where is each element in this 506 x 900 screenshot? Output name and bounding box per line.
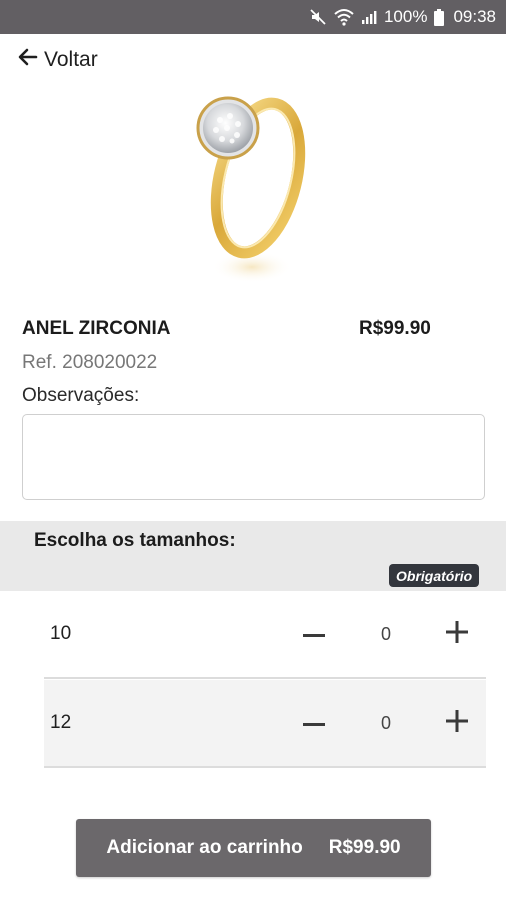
size-label: 10	[50, 623, 72, 644]
increase-button[interactable]	[437, 680, 477, 766]
notes-input[interactable]	[22, 414, 485, 500]
minus-icon	[303, 625, 325, 643]
arrow-left-icon	[18, 48, 38, 72]
status-bar: 100% 09:38	[0, 0, 506, 34]
clock: 09:38	[453, 7, 496, 26]
required-badge: Obrigatório	[389, 564, 480, 587]
battery-text: 100%	[383, 7, 428, 26]
wifi-icon	[334, 8, 354, 26]
size-row: 12 0	[44, 680, 486, 768]
back-button[interactable]: Voltar	[18, 48, 98, 72]
minus-icon	[303, 714, 325, 732]
plus-icon	[446, 709, 468, 737]
notes-label: Observações:	[22, 385, 140, 406]
product-image	[170, 82, 335, 297]
product-price: R$99.90	[359, 318, 431, 339]
sizes-title: Escolha os tamanhos:	[34, 530, 236, 551]
mute-icon	[309, 8, 327, 26]
size-label: 12	[50, 712, 72, 733]
battery-icon	[434, 8, 445, 26]
back-label: Voltar	[44, 48, 98, 71]
quantity-value: 0	[380, 623, 391, 644]
decrease-button[interactable]	[294, 680, 334, 766]
plus-icon	[446, 620, 468, 648]
add-to-cart-button[interactable]: Adicionar ao carrinho R$99.90	[76, 819, 431, 877]
quantity-value: 0	[380, 712, 391, 733]
increase-button[interactable]	[437, 591, 477, 677]
add-to-cart-price: R$99.90	[328, 837, 401, 858]
size-row: 10 0	[44, 591, 486, 679]
decrease-button[interactable]	[294, 591, 334, 677]
product-ref: Ref. 208020022	[22, 352, 158, 373]
signal-icon	[361, 9, 377, 25]
product-name: ANEL ZIRCONIA	[22, 318, 171, 339]
add-to-cart-label: Adicionar ao carrinho	[106, 837, 303, 858]
